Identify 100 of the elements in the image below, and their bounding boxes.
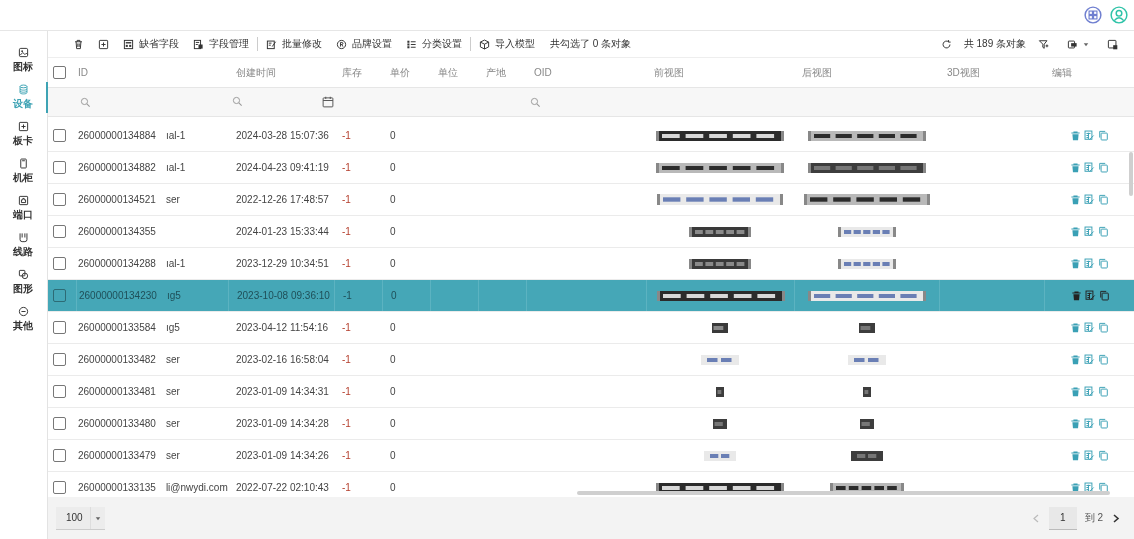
column-header[interactable]: 产地: [478, 65, 526, 80]
toolbar-button[interactable]: 品牌设置: [329, 37, 399, 51]
search-icon[interactable]: [530, 96, 541, 108]
copy-icon[interactable]: [1098, 322, 1109, 333]
toolbar-button[interactable]: 批量修改: [259, 37, 329, 51]
checkbox[interactable]: [53, 417, 66, 430]
table-cell: 2024-04-23 09:41:19: [236, 162, 329, 173]
copy-icon[interactable]: [1098, 482, 1109, 493]
copy-icon[interactable]: [1098, 194, 1109, 205]
column-header[interactable]: OID: [526, 67, 646, 78]
sidebar-item[interactable]: 图形: [0, 267, 48, 298]
sidebar-item[interactable]: 端口: [0, 193, 48, 224]
scrollbar[interactable]: [1129, 152, 1133, 196]
user-icon[interactable]: [1110, 6, 1128, 24]
calendar-icon[interactable]: [322, 96, 334, 108]
column-header[interactable]: 3D视图: [939, 65, 1044, 80]
edit-icon[interactable]: [1085, 290, 1096, 301]
edit-icon[interactable]: [1084, 194, 1095, 205]
checkbox[interactable]: [53, 449, 66, 462]
sidebar-item[interactable]: 图标: [0, 45, 48, 76]
checkbox[interactable]: [53, 129, 66, 142]
table-row[interactable]: 26000000133482 ser 2023-02-16 16:58:04 -1 0: [48, 344, 1134, 376]
table-row[interactable]: 26000000133479 ser 2023-01-09 14:34:26 -1 0: [48, 440, 1134, 472]
edit-icon[interactable]: [1084, 482, 1095, 493]
page-input[interactable]: 1: [1048, 506, 1077, 530]
column-header[interactable]: 创建时间: [228, 65, 334, 80]
search-icon[interactable]: [80, 96, 91, 108]
column-header[interactable]: 库存: [334, 65, 382, 80]
trash-icon[interactable]: [1071, 290, 1082, 301]
trash-icon[interactable]: [1070, 322, 1081, 333]
next-page-button[interactable]: [1111, 513, 1120, 523]
edit-icon[interactable]: [1084, 386, 1095, 397]
checkbox[interactable]: [53, 289, 66, 302]
toolbar-button[interactable]: 缺省字段: [116, 37, 186, 51]
checkbox[interactable]: [53, 161, 66, 174]
search-icon[interactable]: [232, 96, 243, 107]
trash-icon[interactable]: [1070, 450, 1081, 461]
edit-icon[interactable]: [1084, 354, 1095, 365]
previous-page-button[interactable]: [1031, 513, 1041, 523]
table-row[interactable]: 26000000133584 ıg5 2023-04-12 11:54:16 -1 0: [48, 312, 1134, 344]
table-cell: 0: [390, 450, 396, 461]
trash-icon[interactable]: [1070, 162, 1081, 173]
select-all-checkbox[interactable]: [53, 66, 66, 79]
copy-icon[interactable]: [1098, 418, 1109, 429]
checkbox[interactable]: [53, 481, 66, 494]
table-cell: 26000000133479: [78, 450, 156, 461]
table-row[interactable]: 26000000134521 ser 2022-12-26 17:48:57 -1 0: [48, 184, 1134, 216]
edit-icon[interactable]: [1084, 226, 1095, 237]
edit-icon[interactable]: [1084, 322, 1095, 333]
edit-icon[interactable]: [1084, 162, 1095, 173]
table-row[interactable]: 26000000133480 ser 2023-01-09 14:34:28 -1 0: [48, 408, 1134, 440]
table-row[interactable]: 26000000133481 ser 2023-01-09 14:34:31 -1 0: [48, 376, 1134, 408]
column-header[interactable]: 前视图: [646, 65, 794, 80]
checkbox[interactable]: [53, 257, 66, 270]
table-cell: -1: [342, 258, 351, 269]
table-row[interactable]: 26000000134355 2024-01-23 15:33:44 -1 0: [48, 216, 1134, 248]
column-header[interactable]: 单位: [430, 65, 478, 80]
trash-icon[interactable]: [1070, 354, 1081, 365]
toolbar-button[interactable]: 字段管理: [186, 37, 256, 51]
trash-icon[interactable]: [1070, 130, 1081, 141]
copy-icon[interactable]: [1098, 258, 1109, 269]
table-cell: 26000000134521: [78, 194, 156, 205]
copy-icon[interactable]: [1098, 162, 1109, 173]
checkbox[interactable]: [53, 321, 66, 334]
copy-icon[interactable]: [1098, 354, 1109, 365]
copy-icon[interactable]: [1098, 130, 1109, 141]
edit-icon[interactable]: [1084, 258, 1095, 269]
edit-icon[interactable]: [1084, 418, 1095, 429]
sidebar-item[interactable]: 其他: [0, 304, 48, 335]
table-cell: -1: [342, 162, 351, 173]
checkbox[interactable]: [53, 353, 66, 366]
copy-icon[interactable]: [1098, 450, 1109, 461]
sidebar-item[interactable]: 线路: [0, 230, 48, 261]
copy-icon[interactable]: [1099, 290, 1110, 301]
column-header[interactable]: ID: [76, 67, 228, 78]
table-row[interactable]: 26000000134882 ıal-1 2024-04-23 09:41:19 -1 0: [48, 152, 1134, 184]
copy-icon[interactable]: [1098, 226, 1109, 237]
sidebar-item[interactable]: 机柜: [0, 156, 48, 187]
grid-icon[interactable]: [1084, 6, 1102, 24]
checkbox[interactable]: [53, 225, 66, 238]
selection-count: 共勾选了 0 条对象: [549, 37, 632, 51]
toolbar-button[interactable]: 导入模型: [472, 37, 542, 51]
column-header[interactable]: 单价: [382, 65, 430, 80]
checkbox[interactable]: [53, 385, 66, 398]
scrollbar[interactable]: [577, 491, 1110, 495]
column-header[interactable]: 后视图: [794, 65, 939, 80]
trash-icon[interactable]: [1070, 258, 1081, 269]
edit-icon[interactable]: [1084, 130, 1095, 141]
edit-icon[interactable]: [1084, 450, 1095, 461]
trash-icon[interactable]: [1070, 418, 1081, 429]
copy-icon[interactable]: [1098, 386, 1109, 397]
sidebar-item[interactable]: 板卡: [0, 119, 48, 150]
trash-icon[interactable]: [1070, 194, 1081, 205]
toolbar-button[interactable]: 分类设置: [399, 37, 469, 51]
column-header[interactable]: 编辑: [1044, 65, 1134, 80]
caret-icon: [1083, 41, 1089, 47]
trash-icon[interactable]: [1070, 226, 1081, 237]
trash-icon[interactable]: [1070, 386, 1081, 397]
table-row[interactable]: 26000000134884 ıal-1 2024-03-28 15:07:36 -1 0: [48, 120, 1134, 152]
checkbox[interactable]: [53, 193, 66, 206]
